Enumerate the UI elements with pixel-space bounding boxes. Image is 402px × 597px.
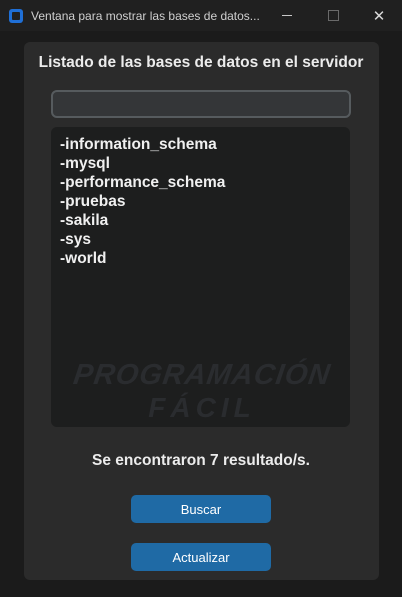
window-title: Ventana para mostrar las bases de datos.…: [31, 8, 260, 23]
minimize-button[interactable]: [264, 0, 310, 31]
maximize-button[interactable]: [310, 0, 356, 31]
maximize-icon: [327, 10, 339, 21]
list-item[interactable]: -sakila: [60, 211, 350, 230]
list-item[interactable]: -mysql: [60, 154, 350, 173]
refresh-button[interactable]: Actualizar: [131, 543, 271, 571]
window-controls: ✕: [264, 0, 402, 31]
search-button[interactable]: Buscar: [131, 495, 271, 523]
title-bar: Ventana para mostrar las bases de datos.…: [0, 0, 402, 31]
list-item[interactable]: -performance_schema: [60, 173, 350, 192]
minimize-icon: [282, 15, 292, 16]
close-icon: ✕: [372, 6, 386, 25]
close-button[interactable]: ✕: [356, 0, 402, 31]
watermark-logo: PROGRAMACIÓN FÁCIL: [67, 359, 337, 424]
search-input[interactable]: [51, 90, 351, 118]
app-icon: [9, 8, 23, 23]
page-title: Listado de las bases de datos en el serv…: [38, 54, 364, 71]
watermark-line2: FÁCIL: [148, 392, 256, 423]
database-list[interactable]: -information_schema -mysql -performance_sc…: [51, 127, 350, 427]
list-item[interactable]: -sys: [60, 230, 350, 249]
database-list-items: -information_schema -mysql -performance_sc…: [51, 127, 350, 268]
list-item[interactable]: -pruebas: [60, 192, 350, 211]
list-item[interactable]: -information_schema: [60, 135, 350, 154]
result-count-label: Se encontraron 7 resultado/s.: [92, 452, 310, 469]
list-item[interactable]: -world: [60, 249, 350, 268]
watermark-line1: PROGRAMACIÓN: [71, 359, 333, 391]
